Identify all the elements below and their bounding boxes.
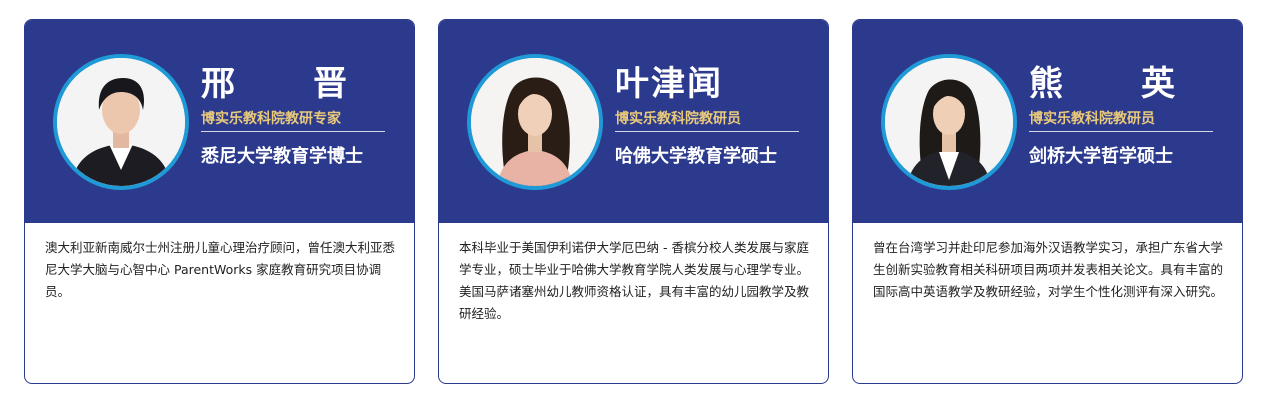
person-name: 熊 英 <box>1029 64 1197 104</box>
person-photo-icon <box>881 54 1017 190</box>
profile-card: 邢 晋 博实乐教科院教研专家 悉尼大学教育学博士 澳大利亚新南威尔士州注册儿童心… <box>24 19 415 384</box>
avatar-illustration <box>471 58 599 186</box>
person-name: 邢 晋 <box>201 64 369 104</box>
profile-card: 熊 英 博实乐教科院教研员 剑桥大学哲学硕士 曾在台湾学习并赴印尼参加海外汉语教… <box>852 19 1243 384</box>
person-role: 博实乐教科院教研员 <box>1029 109 1213 132</box>
person-bio: 曾在台湾学习并赴印尼参加海外汉语教学实习，承担广东省大学生创新实验教育相关科研项… <box>873 240 1224 299</box>
card-header: 叶津闻 博实乐教科院教研员 哈佛大学教育学硕士 <box>439 20 828 223</box>
person-degree: 悉尼大学教育学博士 <box>201 146 363 167</box>
person-photo-icon <box>467 54 603 190</box>
person-bio: 澳大利亚新南威尔士州注册儿童心理治疗顾问，曾任澳大利亚悉尼大学大脑与心智中心 P… <box>45 240 396 299</box>
person-degree: 剑桥大学哲学硕士 <box>1029 146 1173 167</box>
person-degree: 哈佛大学教育学硕士 <box>615 146 777 167</box>
person-name: 叶津闻 <box>615 64 723 104</box>
avatar-illustration <box>57 58 185 186</box>
card-header: 邢 晋 博实乐教科院教研专家 悉尼大学教育学博士 <box>25 20 414 223</box>
person-role: 博实乐教科院教研员 <box>615 109 799 132</box>
person-role: 博实乐教科院教研专家 <box>201 109 385 132</box>
person-photo-icon <box>53 54 189 190</box>
avatar-illustration <box>885 58 1013 186</box>
person-bio: 本科毕业于美国伊利诺伊大学厄巴纳 - 香槟分校人类发展与家庭学专业，硕士毕业于哈… <box>459 240 810 321</box>
profile-card: 叶津闻 博实乐教科院教研员 哈佛大学教育学硕士 本科毕业于美国伊利诺伊大学厄巴纳… <box>438 19 829 384</box>
card-header: 熊 英 博实乐教科院教研员 剑桥大学哲学硕士 <box>853 20 1242 223</box>
